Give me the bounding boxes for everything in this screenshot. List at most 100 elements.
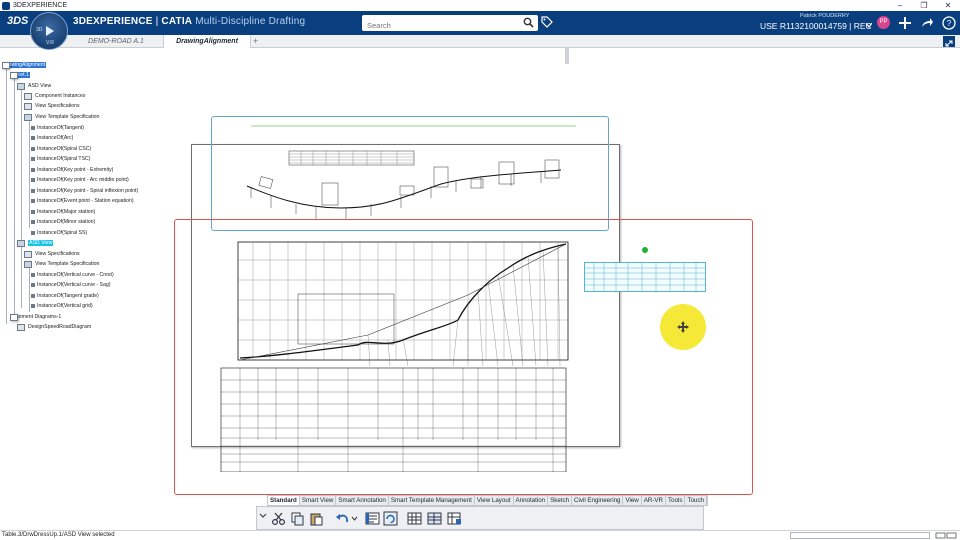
rotation-handle[interactable] xyxy=(642,247,648,253)
tree-item-label: InstanceOf(Vertical curve - Sag) xyxy=(37,282,111,288)
update-icon[interactable] xyxy=(383,511,398,526)
help-icon[interactable]: ? xyxy=(942,16,956,30)
user-name: Patrick POUDERRY xyxy=(800,13,850,19)
tree-item[interactable]: InstanceOf(Tangent) xyxy=(31,123,84,133)
section-smart-annotation[interactable]: Smart Annotation xyxy=(336,496,389,505)
tree-item-asd-view[interactable]: ASD View xyxy=(17,81,51,91)
plan-view-frame[interactable] xyxy=(211,116,609,231)
os-title-bar: 3DEXPERIENCE – ❐ ✕ xyxy=(0,0,960,11)
tree-item-label: DesignSpeedRoadDiagram xyxy=(28,324,92,330)
tree-item[interactable]: InstanceOf(Major station) xyxy=(31,207,95,217)
search-icon[interactable] xyxy=(523,17,534,28)
brand-name: 3DEXPERIENCE xyxy=(73,16,153,27)
instance-icon xyxy=(31,136,35,140)
instance-icon xyxy=(31,178,35,182)
tree-item[interactable]: InstanceOf(Minor station) xyxy=(31,217,95,227)
tree-item[interactable]: View Template Specification xyxy=(24,112,99,122)
tree-item[interactable]: InstanceOf(Arc) xyxy=(31,133,73,143)
tree-item-label: InstanceOf(Tangent) xyxy=(37,125,85,131)
section-civil-engineering[interactable]: Civil Engineering xyxy=(572,496,624,505)
plus-icon[interactable] xyxy=(898,16,912,30)
undo-icon[interactable] xyxy=(335,511,350,526)
tree-item-asd-view-2[interactable]: ASD View xyxy=(17,238,54,248)
tree-item-drawing[interactable]: DrawingAlignment xyxy=(2,60,47,70)
tab-drawing-alignment[interactable]: DrawingAlignment xyxy=(163,35,251,48)
profile-view-frame[interactable] xyxy=(174,219,753,495)
section-annotation[interactable]: Annotation xyxy=(514,496,549,505)
tree-scrollbar[interactable] xyxy=(565,48,569,64)
section-view-layout[interactable]: View Layout xyxy=(475,496,514,505)
section-tools[interactable]: Tools xyxy=(666,496,686,505)
tree-item[interactable]: InstanceOf(Key point - Extremity) xyxy=(31,165,113,175)
copy-icon[interactable] xyxy=(290,511,305,526)
share-icon[interactable] xyxy=(920,16,934,30)
search-input[interactable] xyxy=(362,17,512,34)
tree-item-label: InstanceOf(Key point - Arc middle point) xyxy=(37,177,129,183)
spec-icon xyxy=(24,102,32,110)
tree-item[interactable]: View Template Specification xyxy=(24,259,99,269)
close-icon[interactable]: ✕ xyxy=(938,0,958,11)
cut-icon[interactable] xyxy=(271,511,286,526)
chevron-down-icon[interactable] xyxy=(259,509,267,524)
table-icon[interactable] xyxy=(407,511,422,526)
tree-item[interactable]: InstanceOf(Spiral SS) xyxy=(31,228,87,238)
tab-label: DEMO-ROAD A.1 xyxy=(88,38,144,45)
tree-item[interactable]: InstanceOf(Key point - Arc middle point) xyxy=(31,175,129,185)
tab-demo-road[interactable]: DEMO-ROAD A.1 xyxy=(70,35,162,48)
tree-item-label: InstanceOf(Key point - Spiral inflexion … xyxy=(37,188,139,194)
fullscreen-icon[interactable] xyxy=(943,36,955,47)
section-smart-view[interactable]: Smart View xyxy=(300,496,337,505)
tree-item-alignment-diagrams[interactable]: Alignment Diagrams-1 xyxy=(10,312,61,322)
compass-widget[interactable]: 3D V.R xyxy=(30,12,68,50)
undo-dropdown-icon[interactable] xyxy=(351,511,358,526)
tree-item-label: InstanceOf(Vertical grid) xyxy=(37,303,93,309)
section-smart-template[interactable]: Smart Template Management xyxy=(389,496,475,505)
tree-item[interactable]: InstanceOf(Key point - Spiral inflexion … xyxy=(31,186,138,196)
table-from-csv-icon[interactable] xyxy=(427,511,442,526)
tree-item[interactable]: InstanceOf(Tangent grade) xyxy=(31,291,99,301)
spec-icon xyxy=(24,250,32,258)
properties-icon[interactable] xyxy=(365,511,380,526)
minimize-icon[interactable]: – xyxy=(890,0,910,11)
tree-item[interactable]: InstanceOf(Vertical grid) xyxy=(31,301,93,311)
command-input[interactable] xyxy=(790,532,930,539)
section-view[interactable]: View xyxy=(623,496,642,505)
selected-table[interactable] xyxy=(584,262,706,292)
template-icon xyxy=(24,113,32,121)
instance-icon xyxy=(31,294,35,298)
tree-connector xyxy=(6,68,7,324)
tab-label: DrawingAlignment xyxy=(176,38,238,45)
tree-item-label: ASD View xyxy=(28,83,52,89)
tree-item[interactable]: Component Instances xyxy=(24,91,85,101)
section-touch[interactable]: Touch xyxy=(685,496,707,505)
tree-item[interactable]: View Specifications xyxy=(24,249,80,259)
paste-icon[interactable] xyxy=(309,511,324,526)
tree-item[interactable]: InstanceOf(Spiral CSC) xyxy=(31,144,91,154)
tenant-selector[interactable]: USE R1132100014759 | REC xyxy=(760,21,872,31)
restore-icon[interactable]: ❐ xyxy=(914,0,934,11)
tree-item-sheet[interactable]: Sheet.1 xyxy=(10,70,30,80)
document-tabbar: DEMO-ROAD A.1 DrawingAlignment + xyxy=(0,35,960,48)
tree-item[interactable]: View Specifications xyxy=(24,101,80,111)
section-ar-vr[interactable]: AR-VR xyxy=(642,496,667,505)
chevron-down-icon[interactable] xyxy=(866,23,872,28)
tree-item-label: InstanceOf(Key point - Extremity) xyxy=(37,167,114,173)
tag-icon[interactable] xyxy=(540,15,553,28)
status-indicator-icon[interactable] xyxy=(935,532,957,539)
section-standard[interactable]: Standard xyxy=(268,496,300,505)
tree-item[interactable]: InstanceOf(Vertical curve - Sag) xyxy=(31,280,111,290)
component-icon xyxy=(24,92,32,100)
section-sketch[interactable]: Sketch xyxy=(548,496,573,505)
tree-connector xyxy=(29,268,30,312)
tree-item[interactable]: DesignSpeedRoadDiagram xyxy=(17,322,91,332)
add-tab-icon[interactable]: + xyxy=(253,35,258,47)
tree-item[interactable]: InstanceOf(Vertical curve - Crest) xyxy=(31,270,114,280)
tree-item[interactable]: InstanceOf(Event point - Station equatio… xyxy=(31,196,134,206)
avatar[interactable]: PP xyxy=(877,16,890,29)
status-text: Table.3/DrwDressUp.1/ASD View selected xyxy=(2,532,115,538)
instance-icon xyxy=(31,126,35,130)
instance-icon xyxy=(31,273,35,277)
tree-item[interactable]: InstanceOf(Spiral TSC) xyxy=(31,154,91,164)
play-icon[interactable] xyxy=(46,26,54,36)
edit-table-icon[interactable] xyxy=(447,511,462,526)
